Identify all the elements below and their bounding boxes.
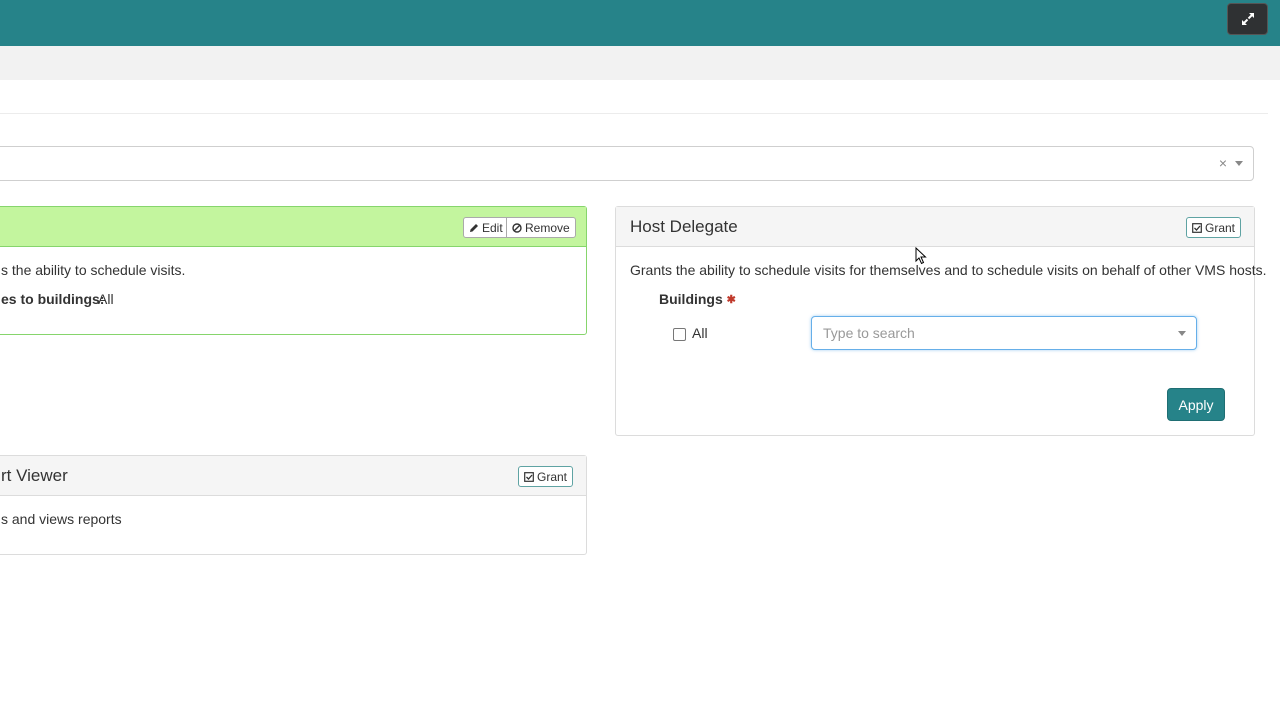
- buildings-label-text: Buildings: [659, 291, 723, 307]
- edit-button[interactable]: Edit: [463, 217, 509, 238]
- role-description: s the ability to schedule visits.: [1, 262, 186, 278]
- access-value: All: [98, 291, 114, 307]
- required-icon: ✱: [726, 294, 736, 306]
- report-viewer-panel: rt Viewer Grant s and views reports: [0, 455, 587, 555]
- chevron-down-icon[interactable]: [1235, 161, 1243, 166]
- panel-header: Host Delegate Grant: [616, 207, 1254, 247]
- remove-button[interactable]: Remove: [506, 217, 576, 238]
- check-square-icon: [524, 471, 534, 482]
- apply-button[interactable]: Apply: [1167, 388, 1225, 421]
- section-divider: [0, 113, 1268, 114]
- access-label: es to buildings:: [1, 291, 105, 307]
- clear-icon[interactable]: ×: [1219, 155, 1227, 171]
- expand-icon: [1241, 13, 1254, 25]
- ban-icon: [512, 222, 522, 233]
- panel-header: rt Viewer Grant: [0, 456, 586, 496]
- role-select[interactable]: ×: [0, 146, 1254, 181]
- chevron-down-icon[interactable]: [1178, 331, 1186, 336]
- all-buildings-label[interactable]: All: [692, 325, 708, 341]
- scheduler-role-panel: Edit Remove s the ability to schedule vi…: [0, 206, 587, 335]
- remove-label: Remove: [525, 220, 570, 235]
- all-buildings-checkbox[interactable]: [673, 328, 686, 341]
- grant-button[interactable]: Grant: [518, 466, 574, 487]
- role-description: Grants the ability to schedule visits fo…: [630, 262, 1267, 278]
- mouse-cursor-icon: [915, 247, 927, 265]
- grant-label: Grant: [1205, 220, 1236, 235]
- role-description: s and views reports: [1, 511, 122, 527]
- edit-label: Edit: [482, 220, 503, 235]
- check-square-icon: [1192, 222, 1202, 233]
- host-delegate-panel: Host Delegate Grant Grants the ability t…: [615, 206, 1267, 436]
- grant-button[interactable]: Grant: [1186, 217, 1242, 238]
- top-navbar: [0, 0, 1280, 46]
- buildings-search-select[interactable]: Type to search: [811, 316, 1197, 350]
- search-placeholder: Type to search: [823, 325, 915, 341]
- buildings-label: Buildings ✱: [659, 291, 736, 307]
- panel-title: rt Viewer: [1, 466, 68, 485]
- pencil-icon: [470, 223, 478, 232]
- grant-label: Grant: [537, 469, 568, 484]
- expand-button[interactable]: [1227, 3, 1268, 35]
- panel-header: Edit Remove: [0, 207, 586, 247]
- sub-header-bar: [0, 46, 1280, 80]
- panel-title: Host Delegate: [630, 217, 738, 236]
